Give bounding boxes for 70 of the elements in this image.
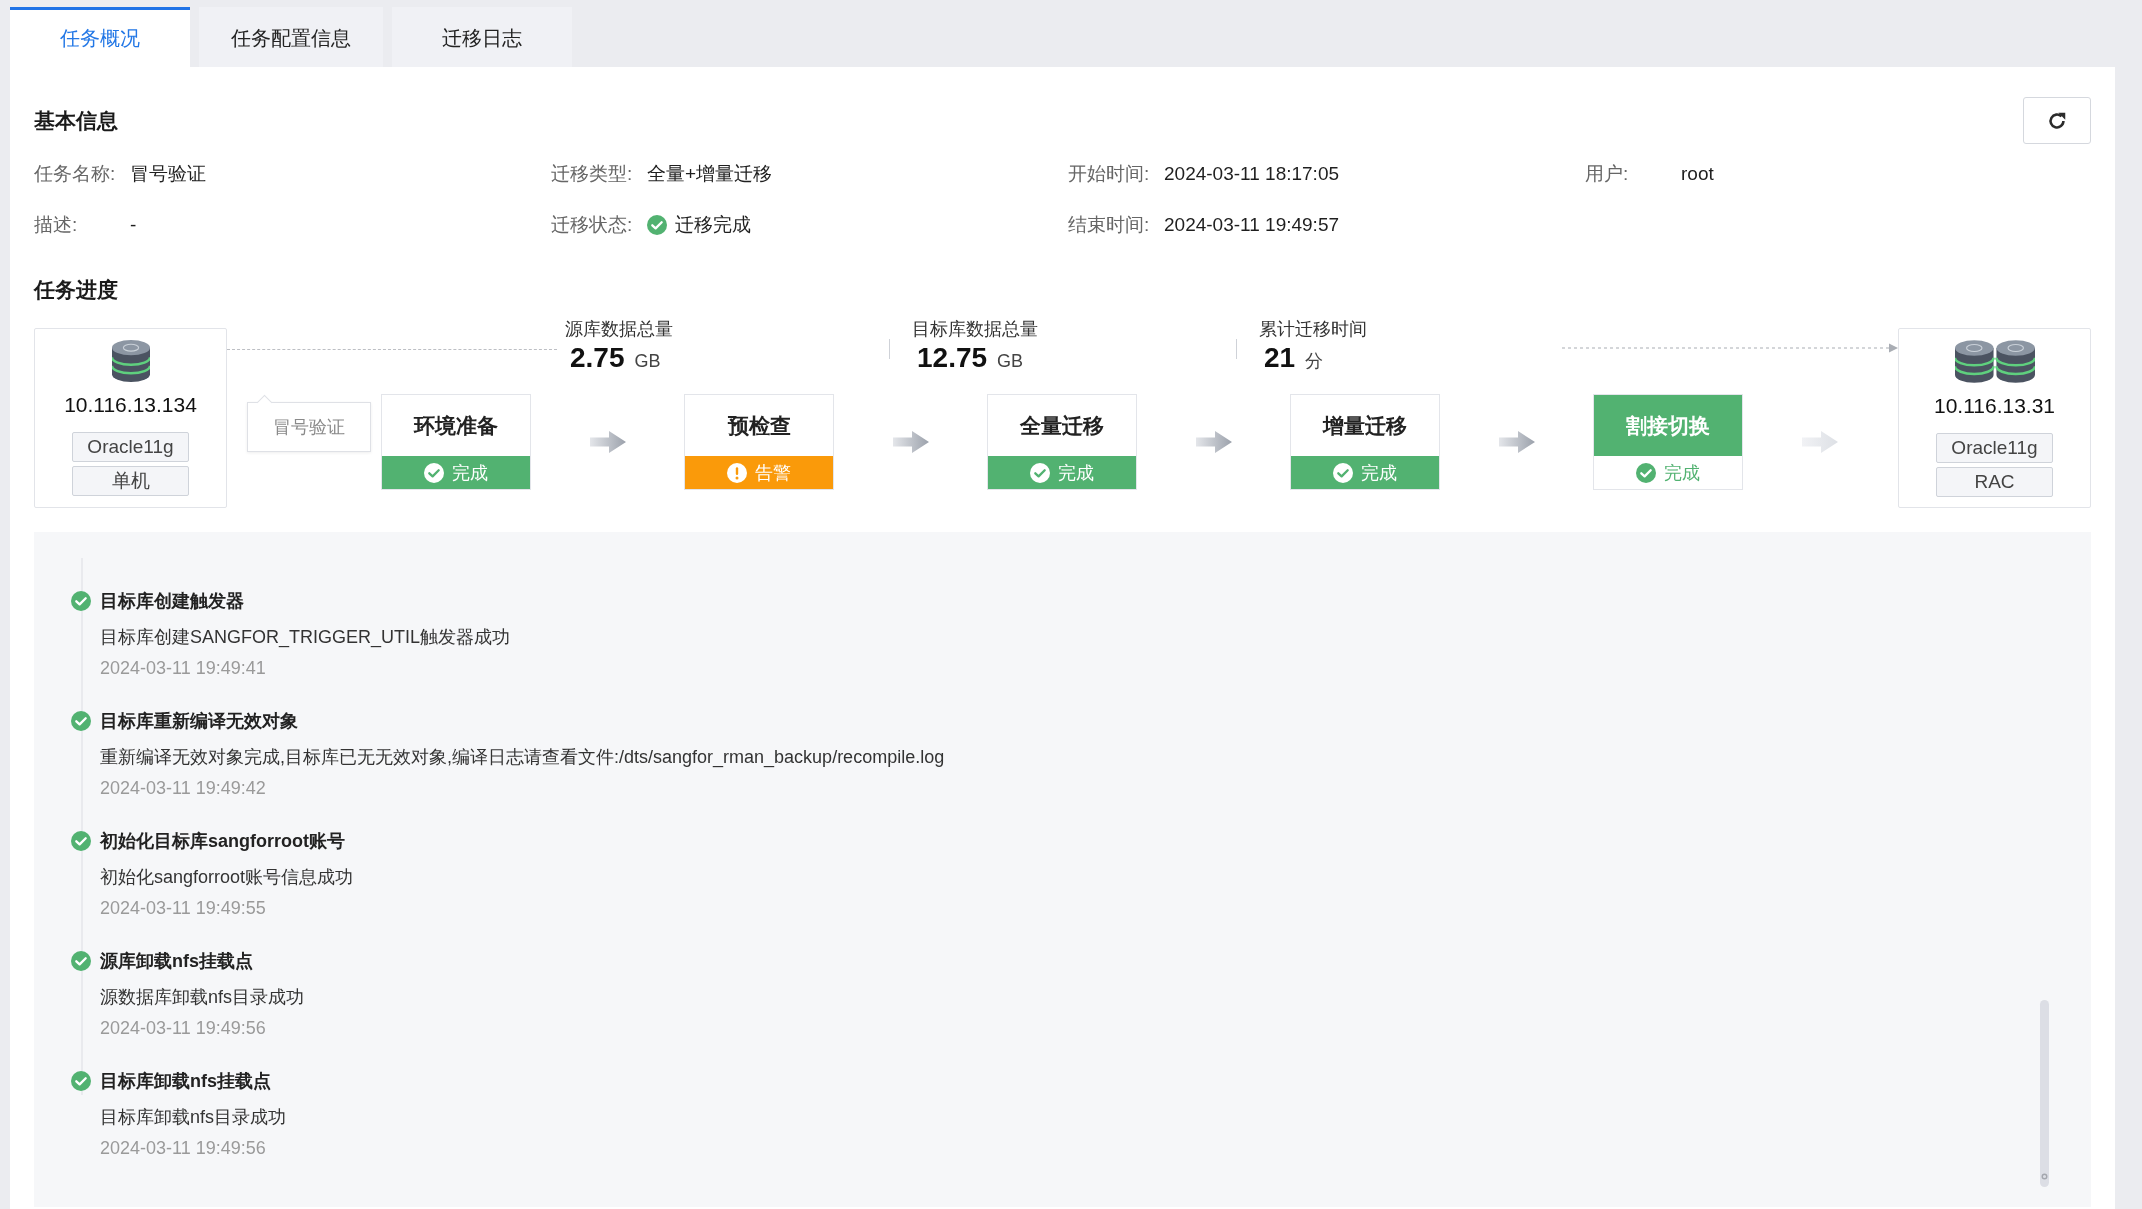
- stat-unit: GB: [634, 350, 661, 373]
- stat-value: 12.75: [917, 341, 988, 375]
- log-title: 目标库创建触发器: [100, 590, 244, 613]
- stage-title: 全量迁移: [1019, 412, 1105, 439]
- deploy-mode-tag: RAC: [1936, 467, 2053, 497]
- field-name: 迁移状态:: [551, 213, 633, 237]
- db-type-tag: Oracle11g: [1936, 433, 2053, 463]
- ip-address: 10.116.13.134: [64, 392, 197, 418]
- field-value: 全量+增量迁移: [647, 162, 773, 186]
- field-value: -: [130, 213, 137, 237]
- deploy-mode-tag: 单机: [72, 466, 189, 496]
- log-detail: 初始化sangforroot账号信息成功: [100, 866, 354, 889]
- stat-unit: GB: [997, 350, 1024, 373]
- scrollbar-thumb[interactable]: [2040, 1000, 2049, 1187]
- section-title: 基本信息: [34, 107, 118, 134]
- log-time: 2024-03-11 19:49:42: [100, 777, 266, 800]
- log-title: 初始化目标库sangforroot账号: [100, 830, 345, 853]
- section-title: 任务进度: [34, 277, 119, 303]
- log-time: 2024-03-11 19:49:41: [100, 657, 266, 680]
- field-name: 迁移类型:: [551, 162, 633, 186]
- ring-icon: [2041, 1173, 2048, 1180]
- stat-label: 目标库数据总量: [912, 318, 1039, 340]
- log-time: 2024-03-11 19:49:56: [100, 1137, 266, 1160]
- arrow-icon: [1801, 431, 1838, 453]
- stat-unit: 分: [1305, 350, 1324, 373]
- log-title: 目标库卸载nfs挂载点: [100, 1070, 271, 1093]
- stat-value: 2.75: [570, 341, 625, 375]
- stage-status-text: 告警: [755, 461, 791, 485]
- ip-address: 10.116.13.31: [1933, 393, 2056, 419]
- stat-label: 源库数据总量: [565, 318, 674, 340]
- field-value: 2024-03-11 19:49:57: [1164, 213, 1340, 237]
- stage-title: 环境准备: [412, 412, 499, 439]
- tab[interactable]: 任务概况: [10, 7, 190, 67]
- field-name: 开始时间:: [1068, 162, 1150, 186]
- field-name: 描述:: [34, 213, 78, 237]
- log-title: 目标库重新编译无效对象: [100, 710, 298, 733]
- stage-title: 增量迁移: [1321, 412, 1408, 439]
- db-type-tag: Oracle11g: [72, 432, 189, 462]
- field-name: 结束时间:: [1068, 213, 1150, 237]
- stage-title: 预检查: [726, 412, 792, 439]
- tab[interactable]: 任务配置信息: [199, 7, 383, 67]
- stat-label: 累计迁移时间: [1259, 318, 1368, 340]
- field-value: root: [1681, 162, 1714, 186]
- task-name-tooltip: 冒号验证: [247, 394, 371, 452]
- arrow-icon: [892, 431, 929, 453]
- refresh-button[interactable]: [2023, 97, 2091, 144]
- log-detail: 目标库创建SANGFOR_TRIGGER_UTIL触发器成功: [100, 626, 511, 650]
- arrow-icon: [1498, 431, 1535, 453]
- stage-status-text: 完成: [1361, 461, 1397, 485]
- database-cluster-icon: [1954, 340, 2035, 383]
- arrow-icon: [589, 431, 626, 453]
- field-value: 2024-03-11 18:17:05: [1164, 162, 1340, 186]
- field-value: 迁移完成: [675, 213, 751, 237]
- stage-status-text: 完成: [1664, 461, 1700, 485]
- log-title: 源库卸载nfs挂载点: [100, 950, 253, 973]
- log-detail: 目标库卸载nfs目录成功: [100, 1106, 286, 1129]
- tab[interactable]: 迁移日志: [392, 7, 572, 67]
- stage-status-text: 完成: [1058, 461, 1094, 485]
- database-icon: [111, 340, 150, 382]
- log-detail: 重新编译无效对象完成,目标库已无无效对象,编译日志请查看文件:/dts/sangfor_rman_backup/recompile.log: [100, 746, 945, 770]
- field-name: 用户:: [1585, 162, 1629, 186]
- stage-status-text: 完成: [452, 461, 488, 485]
- arrow-icon: [1195, 431, 1232, 453]
- stage-title: 割接切换: [1594, 395, 1742, 456]
- log-time: 2024-03-11 19:49:55: [100, 897, 266, 920]
- log-detail: 源数据库卸载nfs目录成功: [100, 986, 304, 1009]
- field-value: 冒号验证: [130, 162, 206, 186]
- field-name: 任务名称:: [34, 162, 116, 186]
- log-time: 2024-03-11 19:49:56: [100, 1017, 266, 1040]
- stat-value: 21: [1264, 341, 1296, 375]
